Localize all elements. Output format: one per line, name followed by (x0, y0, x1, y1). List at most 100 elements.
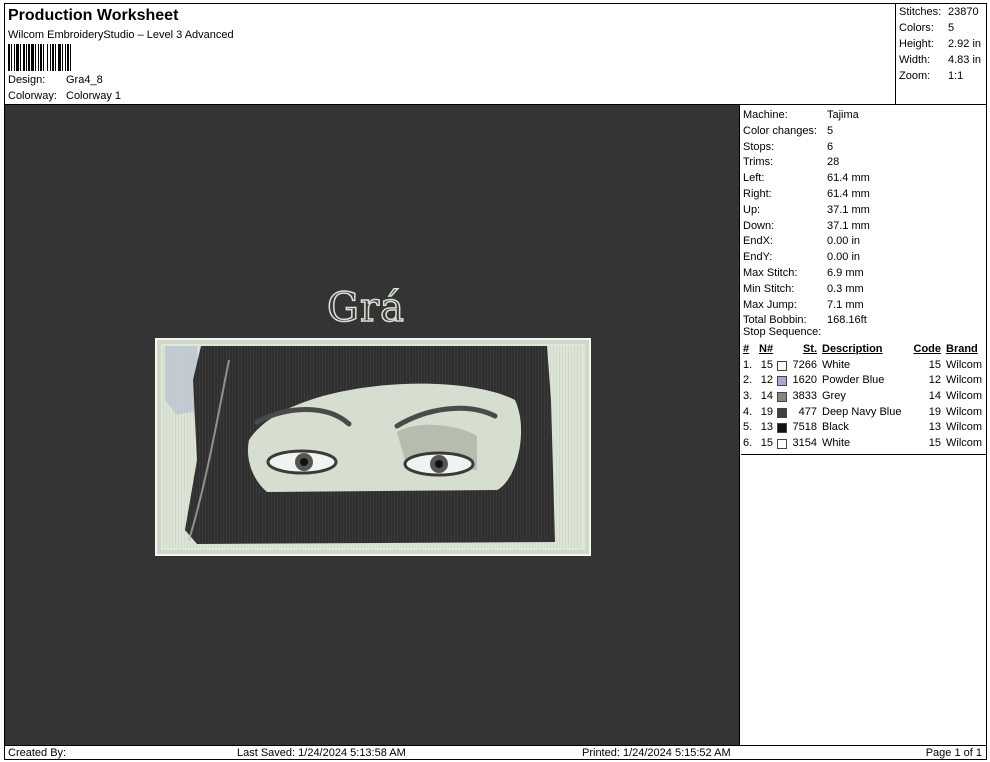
thread-brand: Wilcom (946, 421, 983, 434)
design-value: Gra4_8 (66, 74, 103, 86)
info-value: 6.9 mm (827, 267, 864, 279)
needle-number: 19 (760, 405, 773, 418)
color-swatch (777, 392, 787, 403)
last-saved: Last Saved: 1/24/2024 5:13:58 AM (237, 747, 406, 759)
table-row: 3. 14 3833 Grey 14 Wilcom (741, 389, 986, 405)
stitch-count: 3154 (792, 437, 817, 450)
thread-brand: Wilcom (946, 437, 983, 450)
page-title: Production Worksheet (8, 7, 179, 24)
color-description: Grey (822, 390, 846, 403)
table-row: 1. 15 7266 White 15 Wilcom (741, 358, 986, 374)
colorway-label: Colorway: (8, 90, 57, 102)
color-code: 15 (928, 437, 941, 450)
stitch-count: 7266 (792, 358, 817, 371)
info-value: 0.00 in (827, 251, 861, 264)
info-row: Up: 37.1 mm (743, 202, 870, 218)
thread-brand: Wilcom (946, 405, 983, 418)
stop-sequence-heading: Stop Sequence: (743, 326, 822, 338)
info-value: 61.4 mm (827, 172, 870, 185)
info-value: 37.1 mm (827, 219, 870, 232)
table-row: 2. 12 1620 Powder Blue 12 Wilcom (741, 373, 986, 389)
design-preview: Grá (5, 105, 740, 746)
color-description: White (822, 358, 851, 371)
info-value: 0.00 in (827, 235, 861, 248)
row-index: 4. (743, 405, 753, 418)
info-row: Color changes: 5 (743, 123, 833, 139)
created-by: Created By: (8, 747, 67, 759)
table-row: 5. 13 7518 Black 13 Wilcom (741, 420, 986, 436)
row-index: 6. (743, 437, 753, 450)
info-value: 168.16ft (827, 314, 867, 327)
row-index: 1. (743, 358, 753, 371)
info-row: Machine: Tajima (743, 107, 859, 123)
info-label: Max Stitch: (743, 267, 798, 279)
worksheet-footer: Created By: Last Saved: 1/24/2024 5:13:5… (5, 745, 986, 759)
color-code: 15 (928, 358, 941, 371)
info-label: Color changes: (743, 124, 817, 137)
stat-zoom: Zoom: 1:1 (899, 70, 964, 82)
info-label: Left: (743, 172, 765, 185)
design-label: Design: (8, 74, 46, 86)
stat-colors: Colors: 5 (899, 22, 955, 34)
needle-number: 13 (760, 421, 773, 434)
info-label: Down: (743, 219, 775, 232)
info-row: Right: 61.4 mm (743, 186, 870, 202)
color-description: Powder Blue (822, 374, 885, 387)
info-value: 6 (827, 140, 834, 153)
info-value: 28 (827, 156, 840, 169)
color-swatch (777, 407, 787, 418)
color-swatch (777, 376, 787, 387)
colorway-value: Colorway 1 (66, 90, 122, 102)
info-label: EndX: (743, 235, 773, 248)
info-label: Right: (743, 188, 772, 200)
info-label: Min Stitch: (743, 282, 795, 295)
design-row: Design: Gra4_8 (8, 74, 103, 86)
info-row: Max Jump: 7.1 mm (743, 297, 864, 313)
info-label: EndY: (743, 251, 773, 264)
info-row: Stops: 6 (743, 139, 833, 155)
info-label: Stops: (743, 140, 775, 153)
info-row: EndY: 0.00 in (743, 249, 860, 265)
worksheet-frame: Production Worksheet Wilcom EmbroiderySt… (4, 3, 987, 760)
row-index: 3. (743, 390, 753, 403)
table-row: 6. 15 3154 White 15 Wilcom (741, 436, 986, 452)
stitch-count: 1620 (792, 374, 817, 387)
info-label: Up: (743, 203, 761, 216)
design-lettering: Grá (326, 284, 405, 332)
info-row: Down: 37.1 mm (743, 218, 870, 234)
needle-number: 12 (760, 374, 773, 387)
info-value: 37.1 mm (827, 203, 870, 216)
needle-number: 15 (760, 437, 773, 450)
needle-number: 15 (760, 358, 773, 371)
printed-date: Printed: 1/24/2024 5:15:52 AM (582, 747, 731, 759)
color-description: White (822, 437, 851, 450)
stitch-count: 3833 (792, 390, 817, 403)
needle-number: 14 (760, 390, 773, 403)
info-label: Trims: (743, 156, 774, 169)
info-value: 7.1 mm (827, 298, 864, 311)
info-row: Left: 61.4 mm (743, 170, 870, 186)
stitch-count: 7518 (792, 421, 817, 434)
stats-box: Stitches: 23870 Colors: 5 Height: 2.92 in W… (895, 4, 987, 104)
stat-stitches: Stitches: 23870 (899, 6, 979, 18)
stitch-count: 477 (798, 405, 817, 418)
color-code: 19 (928, 405, 941, 418)
color-code: 12 (928, 374, 941, 387)
info-value: 61.4 mm (827, 188, 870, 200)
stat-width: Width: 4.83 in (899, 54, 982, 66)
info-label: Machine: (743, 109, 788, 121)
info-value: 5 (827, 124, 834, 137)
color-code: 13 (928, 421, 941, 434)
info-value: 0.3 mm (827, 282, 864, 295)
barcode-icon (8, 44, 71, 71)
info-row: EndX: 0.00 in (743, 233, 860, 249)
stat-height: Height: 2.92 in (899, 38, 982, 50)
color-description: Black (822, 421, 849, 434)
color-code: 14 (928, 390, 941, 403)
info-row: Min Stitch: 0.3 mm (743, 281, 864, 297)
stop-sequence-table: # N# St. Description Code Brand 1. 15 7266… (741, 342, 986, 452)
color-swatch (777, 360, 787, 371)
info-value: Tajima (827, 109, 859, 121)
table-row: 4. 19 477 Deep Navy Blue 19 Wilcom (741, 405, 986, 421)
color-swatch (777, 439, 787, 450)
